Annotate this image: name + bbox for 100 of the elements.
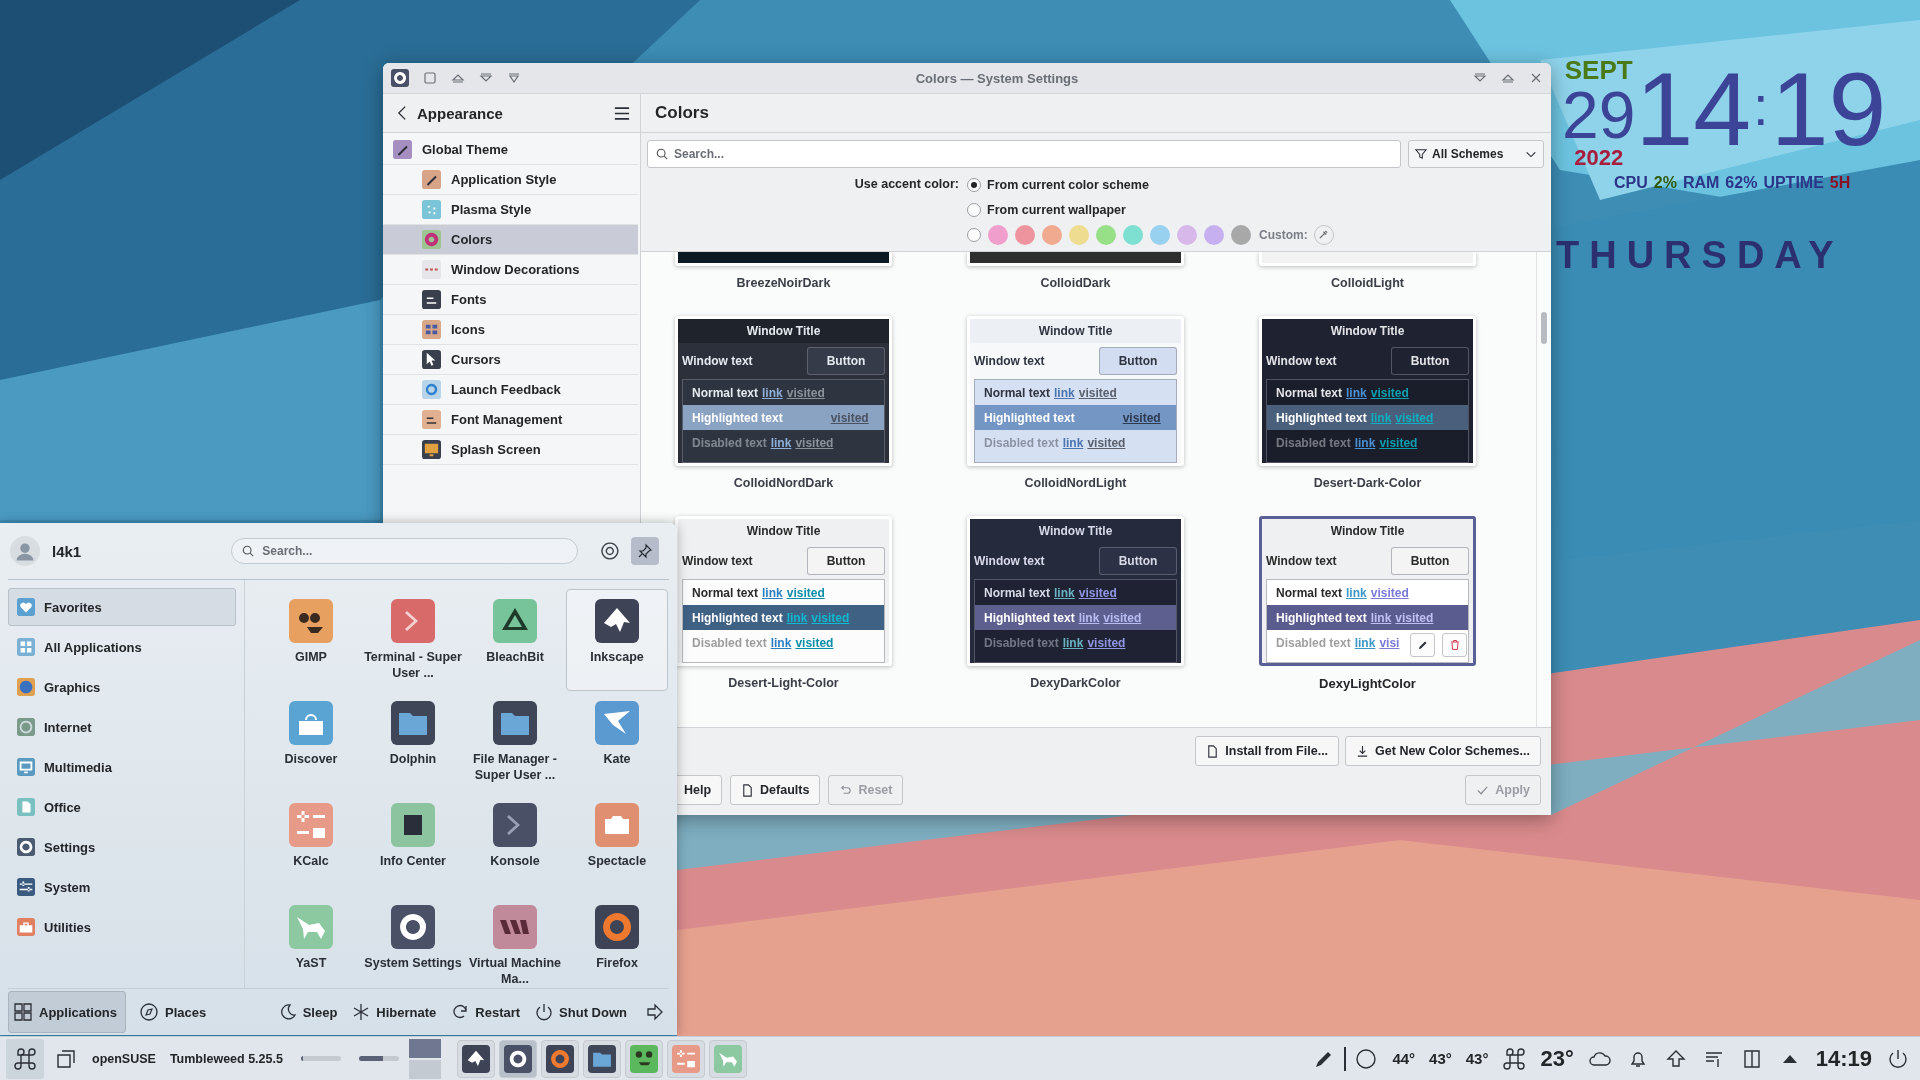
power-button[interactable]: Hibernate <box>351 1002 437 1022</box>
color-swatch[interactable] <box>988 224 1008 245</box>
sidebar-item[interactable]: Colors <box>383 225 638 255</box>
color-swatch[interactable] <box>1150 224 1170 245</box>
task-button[interactable] <box>456 1039 495 1078</box>
window-icon[interactable] <box>423 71 437 85</box>
sample-visited-link: visited <box>830 410 869 425</box>
app-item[interactable]: YaST <box>260 895 362 997</box>
edit-button[interactable] <box>1410 633 1435 657</box>
app-item[interactable]: GIMP <box>260 589 362 691</box>
scheme-card[interactable]: Window Title Window text Button Normal text link visited Highlighted text visited Disabled text link visited <box>967 316 1184 466</box>
sidebar-item[interactable]: Cursors <box>383 345 638 375</box>
launcher-tab[interactable]: Places <box>134 991 216 1033</box>
category-item[interactable]: All Applications <box>8 628 236 666</box>
category-item[interactable]: Office <box>8 788 236 826</box>
app-item[interactable]: Konsole <box>464 793 566 895</box>
sample-link: link <box>762 585 783 600</box>
category-item[interactable]: Multimedia <box>8 748 236 786</box>
launcher-button[interactable] <box>6 1038 44 1079</box>
category-item[interactable]: Utilities <box>8 908 236 946</box>
app-item[interactable]: Virtual Machine Ma... <box>464 895 566 997</box>
command-icon[interactable] <box>1502 1046 1527 1071</box>
sidebar-item[interactable]: Fonts <box>383 285 638 315</box>
desktop-pager-item[interactable] <box>408 1038 441 1058</box>
menu-icon[interactable] <box>614 106 630 120</box>
radio-label[interactable]: From current color scheme <box>987 177 1149 192</box>
sidebar-item[interactable]: Global Theme <box>383 135 638 165</box>
app-item[interactable]: File Manager - Super User ... <box>464 691 566 793</box>
scheme-card[interactable]: Window Title Window text Button Normal text link visited Highlighted text link visited Disabled text link visited <box>675 516 892 666</box>
sidebar-item[interactable]: Font Management <box>383 405 638 435</box>
category-item[interactable]: Settings <box>8 828 236 866</box>
category-item[interactable]: Internet <box>8 708 236 746</box>
search-field[interactable]: Search... <box>231 538 578 564</box>
scheme-card[interactable]: Window Title Window text Button Normal text link visited Highlighted text link visited Disabled text link visi <box>1259 516 1476 666</box>
radio-button[interactable] <box>967 177 981 192</box>
search-field[interactable]: Search... <box>647 140 1401 168</box>
category-item[interactable]: Graphics <box>8 668 236 706</box>
scrollbar-thumb[interactable] <box>1541 312 1547 344</box>
compass-icon <box>139 1002 159 1022</box>
footer-button[interactable]: Defaults <box>730 775 821 805</box>
sidebar-item[interactable]: Window Decorations <box>383 255 638 285</box>
radio-button[interactable] <box>967 202 981 217</box>
sidebar-item[interactable]: Icons <box>383 315 638 345</box>
back-icon[interactable] <box>397 105 407 121</box>
app-item[interactable]: Discover <box>260 691 362 793</box>
color-swatch[interactable] <box>1069 224 1089 245</box>
category-item[interactable]: Favorites <box>8 588 236 626</box>
task-button[interactable] <box>540 1039 579 1078</box>
task-button[interactable] <box>624 1039 663 1078</box>
scheme-card[interactable]: Window Title Window text Button Normal text link visited Highlighted text link visited Disabled text link visited <box>967 516 1184 666</box>
color-swatch[interactable] <box>1231 224 1251 245</box>
avatar[interactable] <box>10 536 40 566</box>
action-button[interactable]: Install from File... <box>1195 736 1340 766</box>
sidebar-item[interactable]: Splash Screen <box>383 435 638 465</box>
task-button[interactable] <box>498 1039 537 1078</box>
radio-button[interactable] <box>967 227 981 242</box>
power-button[interactable]: Sleep <box>277 1002 338 1022</box>
circle-icon[interactable] <box>1354 1046 1379 1071</box>
filter-dropdown[interactable]: All Schemes <box>1408 140 1544 168</box>
power-button[interactable]: Shut Down <box>534 1002 627 1022</box>
power-button[interactable]: Restart <box>450 1002 521 1022</box>
sample-visited-link: visited <box>795 435 834 450</box>
sample-visited-link: visited <box>1122 410 1161 425</box>
app-item[interactable]: Info Center <box>362 793 464 895</box>
sidebar-item[interactable]: Application Style <box>383 165 638 195</box>
globe-icon <box>17 718 35 736</box>
color-swatch[interactable] <box>1204 224 1224 245</box>
task-button[interactable] <box>582 1039 621 1078</box>
close-icon[interactable] <box>1529 71 1543 85</box>
color-swatch[interactable] <box>1123 224 1143 245</box>
app-item[interactable]: Inkscape <box>566 589 668 691</box>
app-item[interactable]: Dolphin <box>362 691 464 793</box>
stat-label: CPU <box>1614 174 1648 192</box>
category-item[interactable]: System <box>8 868 236 906</box>
color-swatch[interactable] <box>1015 224 1035 245</box>
sample-text: Disabled text <box>692 635 767 650</box>
color-swatch[interactable] <box>1177 224 1197 245</box>
app-item[interactable]: System Settings <box>362 895 464 997</box>
scheme-card[interactable]: Window Title Window text Button Normal text link visited Highlighted text link visited Disabled text link visited <box>1259 316 1476 466</box>
settings-icon[interactable] <box>599 541 620 561</box>
scheme-card[interactable]: Window Title Window text Button Normal text link visited Highlighted text visited Disabled text link visited <box>675 316 892 466</box>
radio-label[interactable]: From current wallpaper <box>987 202 1126 217</box>
action-button[interactable]: Get New Color Schemes... <box>1345 736 1541 766</box>
shade-icon[interactable] <box>507 71 521 85</box>
delete-button[interactable] <box>1442 633 1467 657</box>
color-swatch[interactable] <box>1096 224 1116 245</box>
logout-icon[interactable] <box>645 1002 665 1022</box>
app-item[interactable]: Firefox <box>566 895 668 997</box>
text-lines-icon <box>422 290 441 309</box>
pin-button[interactable] <box>631 537 659 565</box>
sliders-icon <box>17 878 35 896</box>
app-item[interactable]: Terminal - Super User ... <box>362 589 464 691</box>
color-swatch[interactable] <box>1042 224 1062 245</box>
sidebar-item[interactable]: Launch Feedback <box>383 375 638 405</box>
clock-time: 14:19 <box>1815 1045 1872 1072</box>
clock-month: SEPT <box>1564 56 1633 84</box>
app-item[interactable]: KCalc <box>260 793 362 895</box>
launcher-tab[interactable]: Applications <box>8 991 126 1033</box>
creature-icon <box>289 599 333 643</box>
app-item[interactable]: BleachBit <box>464 589 566 691</box>
